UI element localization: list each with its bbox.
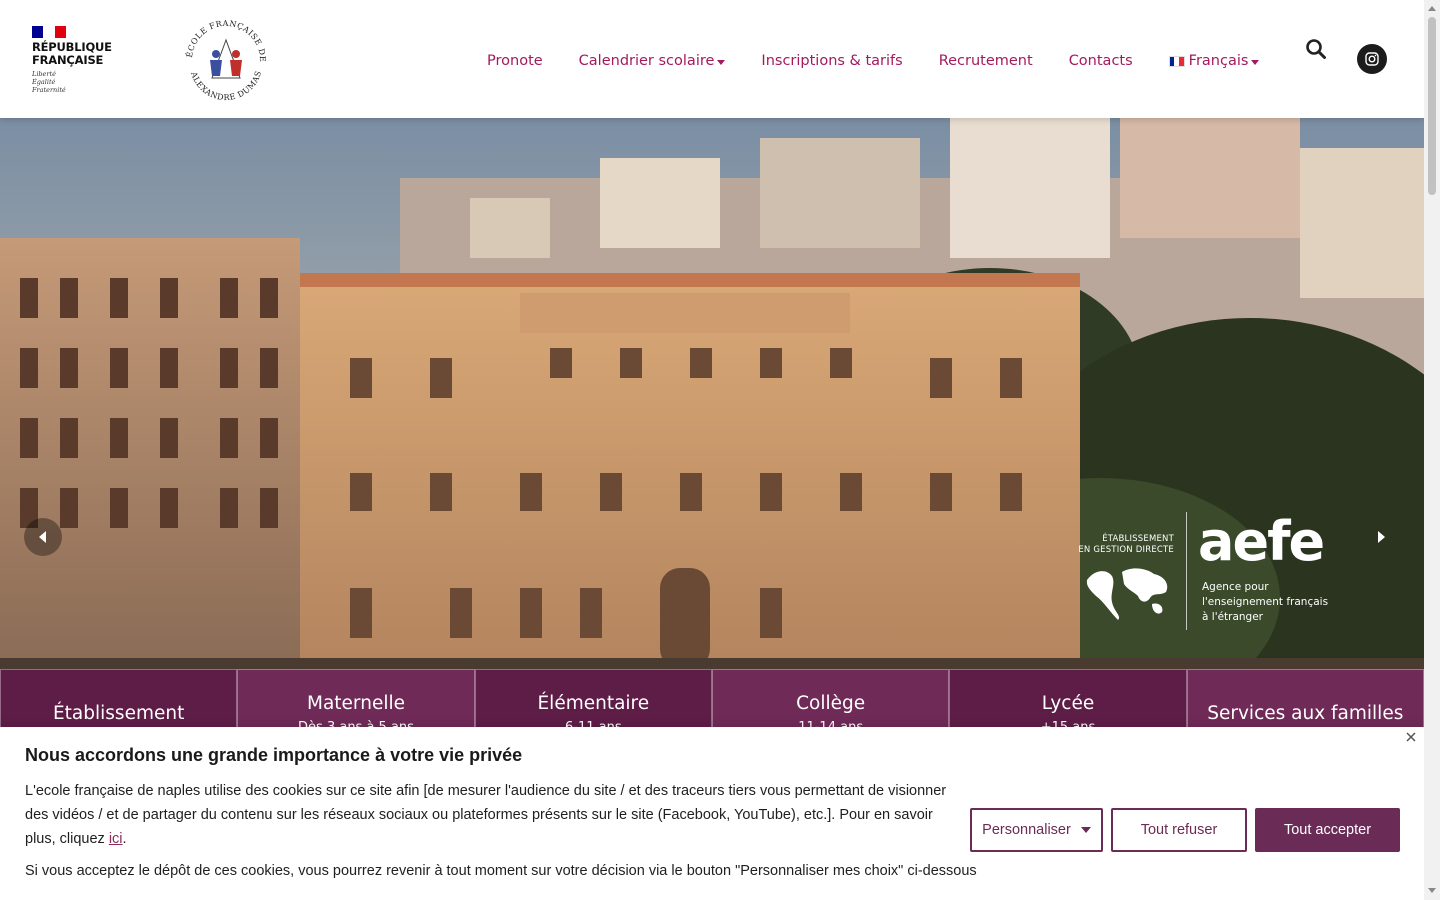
close-icon[interactable]: [1404, 730, 1418, 744]
school-logo[interactable]: ÉCOLE FRANÇAISE DE NAPLES ALEXANDRE DUMA…: [178, 9, 270, 104]
page: RÉPUBLIQUE FRANÇAISE Liberté Égalité Fra…: [0, 0, 1440, 900]
search-icon[interactable]: [1305, 38, 1327, 60]
nav-label: Pronote: [487, 53, 543, 69]
nav-label: Calendrier scolaire: [578, 53, 715, 69]
tile-title: Collège: [796, 693, 866, 714]
accept-all-button[interactable]: Tout accepter: [1255, 808, 1400, 852]
site-header: RÉPUBLIQUE FRANÇAISE Liberté Égalité Fra…: [0, 0, 1424, 118]
cookie-text-body: L'ecole française de naples utilise des …: [25, 783, 947, 847]
page-scrollbar[interactable]: [1424, 0, 1440, 900]
tile-title: Services aux familles: [1207, 703, 1404, 724]
aefe-tagline: Agence pour l'enseignement français à l'…: [1202, 581, 1329, 623]
scrollbar-thumb[interactable]: [1428, 17, 1436, 195]
cookie-title: Nous accordons une grande importance à v…: [25, 745, 523, 765]
tile-title: Lycée: [1041, 693, 1095, 714]
language-selector[interactable]: Français: [1168, 53, 1260, 69]
logo-arc-top: ÉCOLE FRANÇAISE DE NAPLES: [178, 9, 267, 62]
nav-inscriptions-tarifs[interactable]: Inscriptions & tarifs: [761, 53, 902, 69]
nav-label: Recrutement: [938, 53, 1033, 69]
scroll-up-icon[interactable]: [1428, 6, 1436, 11]
republique-francaise-logo[interactable]: RÉPUBLIQUE FRANÇAISE Liberté Égalité Fra…: [32, 26, 122, 94]
french-flag-icon: [1168, 55, 1185, 67]
nav-label: Inscriptions & tarifs: [761, 53, 903, 69]
nav-recrutement[interactable]: Recrutement: [939, 53, 1033, 69]
chevron-left-icon: [39, 531, 46, 543]
rf-motto: Liberté Égalité Fraternité: [32, 70, 66, 94]
svg-text:ÉCOLE FRANÇAISE DE NAPLES: ÉCOLE FRANÇAISE DE NAPLES: [182, 16, 267, 62]
carousel-prev-button[interactable]: [24, 518, 62, 556]
chevron-down-icon: [1251, 59, 1260, 65]
refuse-all-button[interactable]: Tout refuser: [1111, 808, 1247, 852]
svg-text:ALEXANDRE DUMAS: ALEXANDRE DUMAS: [189, 70, 263, 102]
aefe-name: aefe: [1198, 510, 1325, 573]
cookie-text-secondary: Si vous acceptez le dépôt de ces cookies…: [25, 863, 977, 879]
nav-contacts[interactable]: Contacts: [1069, 53, 1133, 69]
logo-arc-bottom: ALEXANDRE DUMAS: [189, 70, 263, 102]
aefe-logo: ÉTABLISSEMENT EN GESTION DIRECTE aefe Ag…: [1068, 510, 1348, 640]
nav-pronote[interactable]: Pronote: [487, 53, 543, 69]
cookie-more-link[interactable]: ici: [109, 831, 123, 847]
nav-calendrier-scolaire[interactable]: Calendrier scolaire: [579, 53, 726, 69]
main-nav: Pronote Calendrier scolaire Inscriptions…: [487, 48, 1295, 74]
customize-label: Personnaliser: [982, 822, 1071, 838]
marianne-flag-icon: [32, 26, 66, 38]
world-map-icon: [1086, 568, 1168, 620]
language-label: Français: [1188, 53, 1249, 69]
tile-title: Maternelle: [307, 693, 405, 714]
customize-button[interactable]: Personnaliser: [970, 808, 1103, 852]
aefe-subtitle: ÉTABLISSEMENT EN GESTION DIRECTE: [1078, 534, 1174, 555]
nav-label: Contacts: [1068, 53, 1133, 69]
tile-title: Élémentaire: [537, 693, 650, 714]
hero-carousel: ÉTABLISSEMENT EN GESTION DIRECTE aefe Ag…: [0, 118, 1424, 669]
rf-title: RÉPUBLIQUE FRANÇAISE: [32, 40, 112, 67]
cookie-text: L'ecole française de naples utilise des …: [25, 779, 965, 851]
chevron-down-icon: [717, 59, 726, 65]
instagram-icon[interactable]: [1357, 44, 1387, 74]
scroll-down-icon[interactable]: [1428, 888, 1436, 893]
carousel-next-button[interactable]: [1362, 518, 1400, 556]
aefe-divider: [1186, 512, 1187, 630]
chevron-right-icon: [1378, 531, 1385, 543]
cookie-banner: Nous accordons une grande importance à v…: [0, 727, 1424, 900]
cookie-text-end: .: [122, 831, 127, 847]
tile-title: Établissement: [52, 703, 185, 724]
chevron-down-icon: [1080, 827, 1091, 833]
